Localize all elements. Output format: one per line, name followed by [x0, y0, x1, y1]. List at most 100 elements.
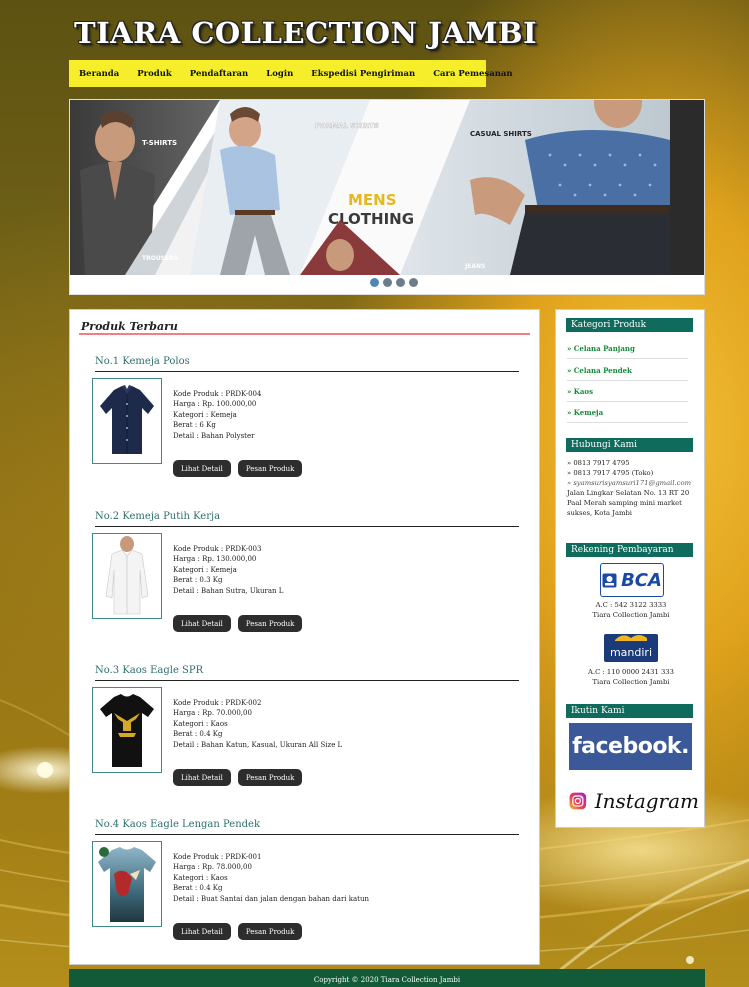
section-title: Produk Terbaru — [81, 320, 178, 333]
product-category: Kategori : Kemeja — [173, 410, 237, 419]
product-detail: Detail : Bahan Sutra, Ukuran L — [173, 586, 284, 595]
product-code: Kode Produk : PRDK-002 — [173, 699, 262, 707]
product-detail: Detail : Bahan Polyster — [173, 431, 255, 440]
mandiri-logo-text: mandiri — [609, 646, 653, 659]
instagram-logo-text: Instagram — [594, 789, 699, 813]
product-detail: Detail : Bahan Katun, Kasual, Ukuran All… — [173, 740, 343, 749]
categories-heading: Kategori Produk — [566, 318, 693, 332]
product-category: Kategori : Kaos — [173, 873, 228, 882]
main-nav: Beranda Produk Pendaftaran Login Ekspedi… — [69, 60, 513, 87]
product-category: Kategori : Kemeja — [173, 565, 237, 574]
product-weight: Berat : 0.3 Kg — [173, 576, 223, 585]
category-divider — [567, 380, 688, 381]
product-info: Kode Produk : PRDK-004 Harga : Rp. 100.0… — [173, 389, 261, 441]
banner-label-mens: MENS — [348, 191, 397, 209]
slider-dot-2[interactable] — [383, 278, 392, 287]
product-image-navy-shirt[interactable] — [92, 378, 162, 464]
bca-account: A.C : 542 3122 3333 — [595, 601, 667, 609]
category-link-kemeja[interactable]: » Kemeja — [567, 408, 603, 417]
product-name[interactable]: No.4 Kaos Eagle Lengan Pendek — [95, 819, 520, 830]
nav-ekspedisi-pengiriman[interactable]: Ekspedisi Pengiriman — [311, 69, 415, 79]
order-product-button[interactable]: Pesan Produk — [237, 769, 303, 786]
order-product-button[interactable]: Pesan Produk — [237, 923, 303, 940]
facebook-logo-text: facebook. — [572, 734, 689, 759]
slider-dot-4[interactable] — [409, 278, 418, 287]
footer: Copyright © 2020 Tiara Collection Jambi — [69, 969, 705, 987]
banner-label-formal: FORMAL SHIRTS — [315, 122, 379, 130]
bca-holder: Tiara Collection Jambi — [592, 611, 670, 619]
product-divider — [95, 371, 519, 372]
product-info: Kode Produk : PRDK-003 Harga : Rp. 130.0… — [173, 544, 283, 596]
product-divider — [95, 526, 519, 527]
product-image-white-shirt[interactable] — [92, 533, 162, 619]
section-title-underline — [79, 333, 530, 335]
nav-beranda[interactable]: Beranda — [79, 69, 119, 79]
product-info: Kode Produk : PRDK-002 Harga : Rp. 70.00… — [173, 698, 342, 750]
nav-pendaftaran[interactable]: Pendaftaran — [190, 69, 248, 79]
mandiri-wave-icon — [615, 635, 647, 641]
product-price: Harga : Rp. 130.000,00 — [173, 555, 257, 564]
product-detail: Detail : Buat Santai dan jalan dengan ba… — [173, 894, 369, 903]
bca-emblem-icon — [602, 573, 617, 587]
product-name[interactable]: No.1 Kemeja Polos — [95, 356, 520, 367]
product-name[interactable]: No.2 Kemeja Putih Kerja — [95, 511, 520, 522]
category-link-kaos[interactable]: » Kaos — [567, 387, 593, 396]
product-price: Harga : Rp. 100.000,00 — [173, 400, 257, 409]
nav-login[interactable]: Login — [266, 69, 293, 79]
mandiri-holder: Tiara Collection Jambi — [592, 678, 670, 686]
category-divider — [567, 422, 688, 423]
product-card: No.4 Kaos Eagle Lengan Pendek Kode Produ… — [92, 819, 520, 940]
view-detail-button[interactable]: Lihat Detail — [173, 923, 231, 940]
view-detail-button[interactable]: Lihat Detail — [173, 615, 231, 632]
banner-label-jeans: JEANS — [464, 263, 485, 270]
product-card: No.1 Kemeja Polos Kode Produk : PRDK-004… — [92, 356, 520, 477]
banner-label-trousers: TROUSERS — [142, 255, 178, 262]
product-name[interactable]: No.3 Kaos Eagle SPR — [95, 665, 520, 676]
contact-phone: » 0813 7917 4795 — [567, 459, 630, 467]
category-divider — [567, 401, 688, 402]
banner-image: FORMAL SHIRTS MENS CLOTHING CASUAL SHIRT… — [70, 100, 704, 294]
product-weight: Berat : 0.4 Kg — [173, 884, 223, 893]
nav-produk[interactable]: Produk — [137, 69, 172, 79]
product-info: Kode Produk : PRDK-001 Harga : Rp. 78.00… — [173, 852, 369, 904]
banner-label-tshirts: T-SHIRTS — [142, 139, 177, 147]
banner-label-casual: CASUAL SHIRTS — [470, 130, 532, 138]
bank-heading: Rekening Pembayaran — [566, 543, 693, 557]
instagram-link[interactable]: Instagram — [569, 782, 699, 820]
category-link-celana-panjang[interactable]: » Celana Panjang — [567, 344, 635, 353]
product-card: No.2 Kemeja Putih Kerja Kode Produk : PR… — [92, 511, 520, 632]
product-price: Harga : Rp. 70.000,00 — [173, 709, 252, 718]
bca-logo: BCA — [600, 563, 664, 597]
site-title: TIARA COLLECTION JAMBI — [74, 16, 538, 50]
facebook-link[interactable]: facebook. — [569, 723, 692, 770]
order-product-button[interactable]: Pesan Produk — [237, 615, 303, 632]
product-image-printed-eagle-tshirt[interactable] — [92, 841, 162, 927]
product-code: Kode Produk : PRDK-001 — [173, 853, 262, 861]
order-product-button[interactable]: Pesan Produk — [237, 460, 303, 477]
slider-dots — [370, 278, 418, 287]
product-divider — [95, 834, 519, 835]
contact-address: Jalan Lingkar Selatan No. 13 RT 20 Paal … — [567, 489, 690, 517]
nav-cara-pemesanan[interactable]: Cara Pemesanan — [433, 69, 512, 79]
contact-phone-store: » 0813 7917 4795 (Toko) — [567, 469, 654, 477]
sidebar: Kategori Produk » Celana Panjang » Celan… — [555, 309, 705, 828]
contact-heading: Hubungi Kami — [566, 438, 693, 452]
product-price: Harga : Rp. 78.000,00 — [173, 863, 252, 872]
product-code: Kode Produk : PRDK-003 — [173, 545, 262, 553]
product-weight: Berat : 6 Kg — [173, 421, 216, 430]
product-weight: Berat : 0.4 Kg — [173, 730, 223, 739]
follow-heading: Ikutin Kami — [566, 704, 693, 718]
contact-email[interactable]: » syamsurisyamsuri171@gmail.com — [567, 479, 697, 489]
view-detail-button[interactable]: Lihat Detail — [173, 460, 231, 477]
category-divider — [567, 358, 688, 359]
main-content: Produk Terbaru No.1 Kemeja Polos Kode Pr… — [69, 309, 540, 965]
product-card: No.3 Kaos Eagle SPR Kode Produk : PRDK-0… — [92, 665, 520, 786]
category-link-celana-pendek[interactable]: » Celana Pendek — [567, 366, 632, 375]
bca-logo-text: BCA — [621, 569, 662, 591]
banner-slider[interactable]: FORMAL SHIRTS MENS CLOTHING CASUAL SHIRT… — [69, 99, 705, 295]
slider-dot-1[interactable] — [370, 278, 379, 287]
slider-dot-3[interactable] — [396, 278, 405, 287]
mandiri-account: A.C : 110 0000 2431 333 — [588, 668, 674, 676]
product-image-black-eagle-tshirt[interactable] — [92, 687, 162, 773]
view-detail-button[interactable]: Lihat Detail — [173, 769, 231, 786]
